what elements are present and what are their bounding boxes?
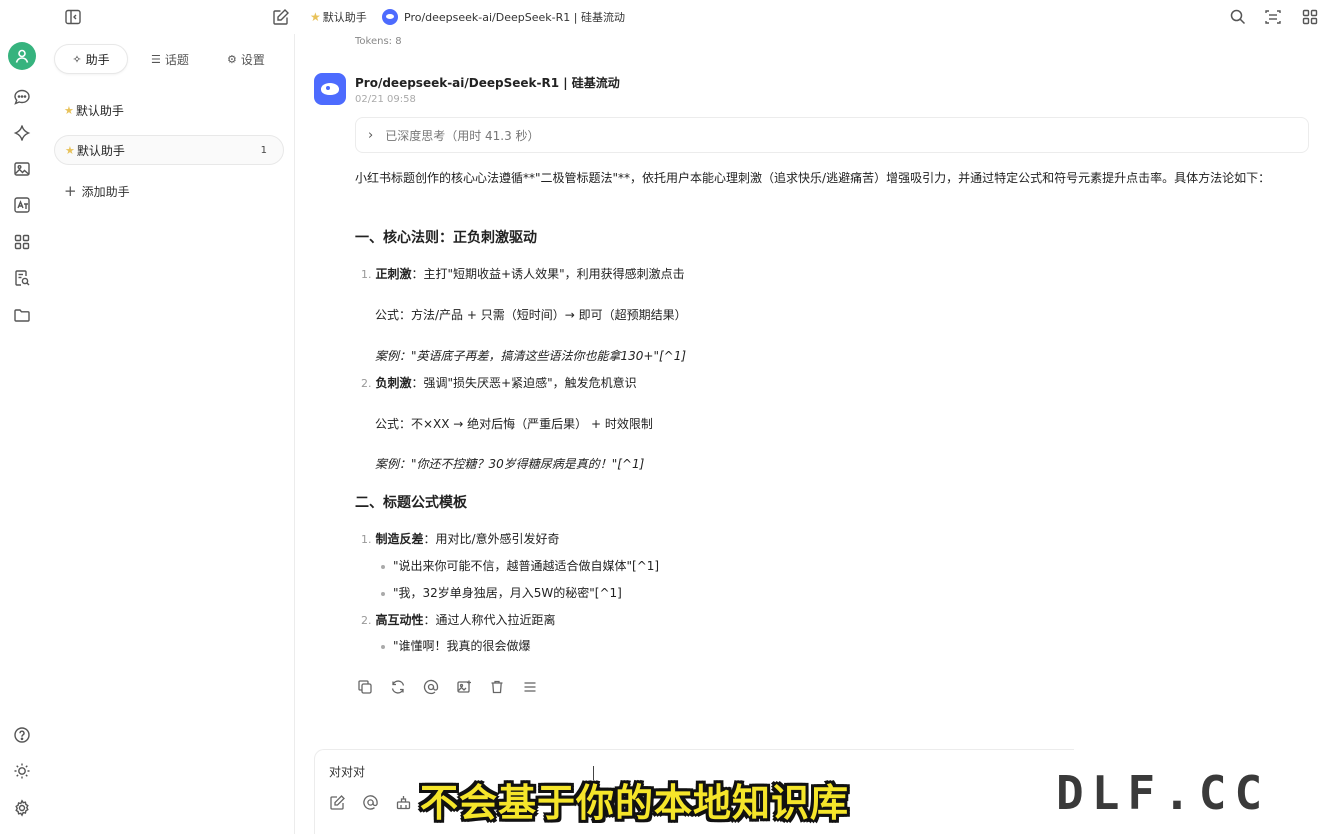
star-icon: ★ [310,10,321,24]
icon-rail [0,34,44,834]
topic-count-badge: 1 [260,144,267,156]
model-avatar-icon [314,73,346,105]
list-icon: ☰ [151,52,161,66]
thinking-collapse[interactable]: › 已深度思考（用时 41.3 秒） [355,117,1309,153]
message-input[interactable]: 对对对 [329,763,365,780]
star-icon: ★ [64,103,74,117]
message-model-name: Pro/deepseek-ai/DeepSeek-R1 | 硅基流动 [355,76,620,90]
tab-topics-label: 话题 [164,52,189,67]
section-heading: 二、标题公式模板 [355,495,467,511]
thinking-label: 已深度思考（用时 41.3 秒） [385,128,540,143]
sidebar-toggle-icon[interactable] [64,8,82,26]
apps-icon[interactable] [12,232,32,252]
apps-grid-icon[interactable] [1301,8,1319,26]
mention-model-icon[interactable] [422,678,440,696]
user-avatar[interactable] [8,42,36,70]
bullet-item: "说出来你可能不信，越普通越适合做自媒体"[^1] [381,557,659,574]
plus-icon: + [64,182,77,200]
watermark-logo: DLF.CC [1056,766,1271,820]
deepseek-logo-icon [382,9,398,25]
star-icon: ★ [65,143,75,157]
tab-assistants-label: 助手 [85,52,110,67]
current-assistant[interactable]: ★ 默认助手 [310,9,367,25]
panel-tabs: ✧ 助手 ☰ 话题 ⚙ 设置 [54,44,284,76]
message-actions [356,678,554,696]
tab-settings-label: 设置 [240,52,265,67]
layout-toggle-icon[interactable] [1264,8,1282,26]
tab-topics[interactable]: ☰ 话题 [140,44,200,74]
assistant-item-label: 默认助手 [75,103,124,118]
assistant-panel: ✧ 助手 ☰ 话题 ⚙ 设置 ★ 默认助手 ★ 默认助手 1 + 添加助手 [44,34,295,834]
content-fade [355,654,1315,674]
list-item: 1. 正刺激：主打"短期收益+诱人效果"，利用获得感刺激点击 [361,267,685,281]
export-image-icon[interactable] [455,678,473,696]
new-topic-icon[interactable] [272,8,290,26]
intro-paragraph: 小红书标题创作的核心心法遵循**"二极管标题法"**，依托用户本能心理刺激（追求… [355,171,1271,185]
current-assistant-label: 默认助手 [322,11,367,24]
chat-icon[interactable] [12,87,32,107]
search-icon[interactable] [1229,8,1247,26]
settings-gear-icon[interactable] [12,798,32,818]
clear-brush-icon[interactable] [395,794,413,812]
formula-text: 公式：方法/产品 + 只需（短时间）→ 即可（超预期结果） [375,308,687,322]
user-icon [15,49,29,63]
agents-sparkle-icon[interactable] [12,123,32,143]
more-menu-icon[interactable] [521,678,539,696]
image-icon[interactable] [12,159,32,179]
mention-icon[interactable] [362,794,380,812]
new-topic-edit-icon[interactable] [329,794,347,812]
token-count: Tokens: 8 [355,36,402,47]
assistant-item-active[interactable]: ★ 默认助手 1 [54,135,284,165]
theme-sun-icon[interactable] [12,761,32,781]
folder-icon[interactable] [12,305,32,325]
list-item: 2. 高互动性：通过人称代入拉近距离 [361,613,556,627]
regenerate-icon[interactable] [389,678,407,696]
assistant-item-label: 默认助手 [76,143,125,158]
example-text: 案例："你还不控糖？30岁得糖尿病是真的！"[^1] [375,457,645,471]
bullet-item: "我，32岁单身独居，月入5W的秘密"[^1] [381,584,622,601]
tab-settings[interactable]: ⚙ 设置 [216,44,276,74]
knowledge-search-icon[interactable] [12,268,32,288]
tab-assistants[interactable]: ✧ 助手 [54,44,128,74]
model-selector-label: Pro/deepseek-ai/DeepSeek-R1 | 硅基流动 [404,11,625,24]
list-item: 1. 制造反差：用对比/意外感引发好奇 [361,532,560,546]
list-item: 2. 负刺激：强调"损失厌恶+紧迫感"，触发危机意识 [361,376,637,390]
add-assistant-button[interactable]: + 添加助手 [64,182,130,200]
example-text: 案例："英语底子再差，搞清这些语法你也能拿130+"[^1] [375,349,687,363]
section-heading: 一、核心法则：正负刺激驱动 [355,230,537,246]
message-timestamp: 02/21 09:58 [355,94,416,105]
help-icon[interactable] [12,725,32,745]
model-selector[interactable]: Pro/deepseek-ai/DeepSeek-R1 | 硅基流动 [382,9,625,25]
input-toolbar [329,794,428,812]
sparkle-icon: ✧ [72,52,82,66]
bullet-item: "谁懂啊！我真的很会做爆 [381,637,531,654]
formula-text: 公式：不×XX → 绝对后悔（严重后果） + 时效限制 [375,417,653,431]
gear-icon: ⚙ [227,52,237,66]
assistant-item[interactable]: ★ 默认助手 [54,95,284,125]
delete-trash-icon[interactable] [488,678,506,696]
chat-area: Tokens: 8 Pro/deepseek-ai/DeepSeek-R1 | … [296,34,1336,834]
top-bar: ★ 默认助手 Pro/deepseek-ai/DeepSeek-R1 | 硅基流… [0,0,1336,34]
copy-icon[interactable] [356,678,374,696]
video-subtitle: 不会基于你的本地知识库 [420,781,850,825]
translate-icon[interactable] [12,195,32,215]
chevron-right-icon: › [368,127,374,143]
add-assistant-label: 添加助手 [81,184,130,199]
